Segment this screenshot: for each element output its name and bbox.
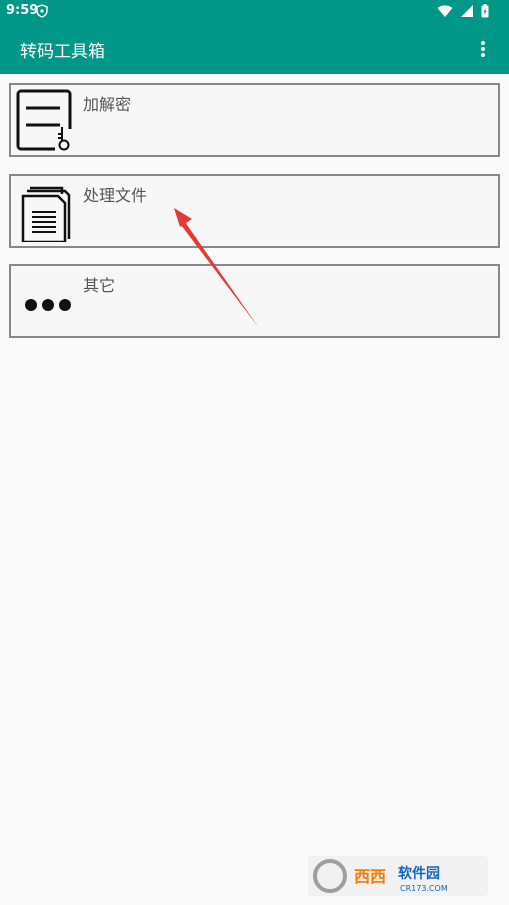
svg-text:软件园: 软件园 xyxy=(398,865,440,882)
site-watermark-logo: 西西 软件园 CR173.COM xyxy=(308,856,488,896)
shield-icon xyxy=(36,4,48,18)
battery-icon xyxy=(481,4,489,18)
card-label: 其它 xyxy=(83,276,116,295)
card-label: 加解密 xyxy=(83,95,132,114)
app-title: 转码工具箱 xyxy=(20,42,105,62)
card-label: 处理文件 xyxy=(83,186,148,205)
more-dots-icon xyxy=(25,299,71,311)
status-icons xyxy=(435,4,489,23)
status-time: 9:59 xyxy=(6,3,39,18)
card-process-files[interactable]: 处理文件 xyxy=(9,174,500,248)
app-bar: 转码工具箱 xyxy=(0,24,509,74)
card-other[interactable]: 其它 xyxy=(9,264,500,338)
signal-icon xyxy=(460,5,473,17)
svg-text:CR173.COM: CR173.COM xyxy=(400,884,448,893)
status-bar: 9:59 xyxy=(0,0,509,24)
overflow-menu-button[interactable] xyxy=(471,37,495,61)
card-encrypt-decrypt[interactable]: 加解密 xyxy=(9,83,500,157)
files-icon xyxy=(21,186,71,242)
svg-text:西西: 西西 xyxy=(354,867,386,886)
document-key-icon xyxy=(16,89,75,151)
wifi-icon xyxy=(437,5,453,17)
